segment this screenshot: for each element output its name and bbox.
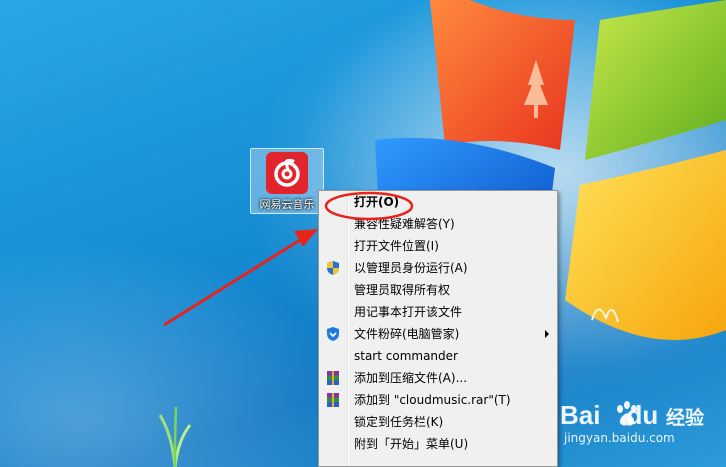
menu-item-add-to-cloudmusic-rar[interactable]: 添加到 "cloudmusic.rar"(T) (319, 389, 557, 411)
winrar-icon (325, 370, 341, 386)
grass-decoration (158, 406, 192, 467)
menu-item-run-as-admin[interactable]: 以管理员身份运行(A) (319, 257, 557, 279)
highlight-ellipse-annotation (324, 191, 414, 221)
menu-item-label: 添加到压缩文件(A)... (354, 371, 468, 385)
menu-item-open-with-notepad[interactable]: 用记事本打开该文件 (319, 301, 557, 323)
menu-item-pin-to-start-menu[interactable]: 附到「开始」菜单(U) (319, 433, 557, 455)
menu-item-label: 锁定到任务栏(K) (354, 415, 444, 429)
menu-item-label: 文件粉碎(电脑管家) (354, 327, 460, 341)
netease-music-icon (266, 152, 308, 194)
menu-item-label: start commander (354, 349, 458, 363)
menu-item-add-to-archive[interactable]: 添加到压缩文件(A)... (319, 367, 557, 389)
menu-item-take-ownership[interactable]: 管理员取得所有权 (319, 279, 557, 301)
baidu-jingyan-watermark: Bai du 经验 jingyan.baidu.com (558, 400, 726, 460)
menu-item-label: 打开文件位置(I) (354, 239, 439, 253)
menu-item-label: 以管理员身份运行(A) (354, 261, 468, 275)
menu-item-label: 管理员取得所有权 (354, 283, 451, 297)
watermark-url: jingyan.baidu.com (564, 431, 675, 445)
uac-shield-icon (325, 260, 341, 276)
watermark-jingyan: 经验 (666, 407, 705, 429)
menu-item-start-commander[interactable]: start commander (319, 345, 557, 367)
tencent-shield-icon (325, 326, 341, 342)
watermark-brand: Bai du (560, 400, 659, 430)
menu-item-label: 附到「开始」菜单(U) (354, 437, 469, 451)
desktop-background: 网易云音乐 打开(O) 兼容性疑难解答(Y) 打开文件位置(I) 以管理员身份运… (0, 0, 726, 467)
desktop-icon-netease-music[interactable]: 网易云音乐 (250, 148, 324, 214)
menu-item-file-shredder[interactable]: 文件粉碎(电脑管家) (319, 323, 557, 345)
winrar-icon (325, 392, 341, 408)
menu-item-pin-to-taskbar[interactable]: 锁定到任务栏(K) (319, 411, 557, 433)
submenu-arrow-icon (545, 330, 549, 338)
context-menu: 打开(O) 兼容性疑难解答(Y) 打开文件位置(I) 以管理员身份运行(A) 管… (318, 190, 558, 467)
baidu-paw-icon (617, 401, 637, 426)
desktop-icon-label: 网易云音乐 (259, 198, 315, 211)
menu-item-open-file-location[interactable]: 打开文件位置(I) (319, 235, 557, 257)
menu-item-label: 用记事本打开该文件 (354, 305, 463, 319)
menu-item-label: 添加到 "cloudmusic.rar"(T) (354, 393, 511, 407)
